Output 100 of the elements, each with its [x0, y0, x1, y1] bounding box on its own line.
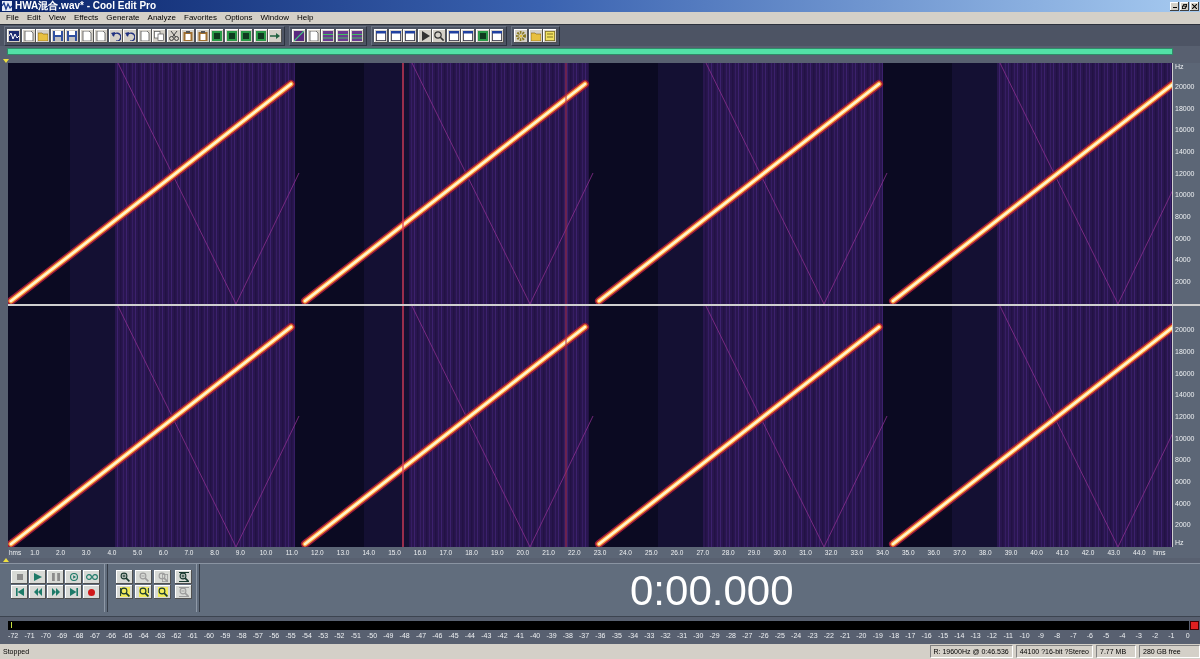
minimize-button[interactable]: [1170, 1, 1179, 11]
toolbar-button[interactable]: [195, 28, 210, 43]
window-icon: [448, 30, 459, 41]
menu-item[interactable]: Generate: [106, 12, 140, 24]
loop-button[interactable]: [83, 570, 100, 584]
toolbar-button[interactable]: [432, 28, 446, 43]
toolbar-button[interactable]: [210, 28, 224, 43]
image-icon: [477, 30, 488, 41]
toolbar-button[interactable]: [292, 28, 306, 43]
skip-back-icon: [15, 588, 24, 596]
toolbar-button[interactable]: [388, 28, 403, 43]
toolbar-button[interactable]: [21, 28, 36, 43]
toolbar-button[interactable]: [50, 28, 65, 43]
document-icon: [23, 30, 34, 41]
menu-item[interactable]: Edit: [26, 12, 41, 24]
toolbar-button[interactable]: [403, 28, 417, 43]
minimize-icon: [1172, 7, 1177, 8]
go-to-end-button[interactable]: [65, 585, 82, 599]
toolbar-button[interactable]: [321, 28, 335, 43]
toolbar-button[interactable]: [253, 28, 268, 43]
record-button[interactable]: [83, 585, 100, 599]
toolbar-button[interactable]: [306, 28, 321, 43]
menu-item[interactable]: File: [6, 12, 19, 24]
document-icon: [308, 30, 319, 41]
menu-item[interactable]: Effects: [73, 12, 99, 24]
arrow-icon: [270, 30, 280, 41]
toolbar-button[interactable]: [374, 28, 388, 43]
toolbar-button[interactable]: [475, 28, 490, 43]
magnifier-icon: [119, 587, 130, 597]
toolbar-button[interactable]: [94, 28, 108, 43]
toolbar-button[interactable]: [268, 28, 282, 43]
toolbar-button[interactable]: [514, 28, 528, 43]
menu-item[interactable]: Options: [224, 12, 253, 24]
triangle-icon[interactable]: [3, 59, 9, 63]
stop-icon: [16, 574, 23, 580]
vertical-zoom-in-button[interactable]: [175, 570, 192, 584]
undo-icon: [125, 30, 135, 41]
document-icon: [96, 30, 106, 41]
toolbar-button[interactable]: [152, 28, 166, 43]
pause-icon: [51, 573, 60, 581]
time-display: 0:00.000: [630, 570, 794, 612]
play-button[interactable]: [29, 570, 46, 584]
play-icon: [33, 573, 42, 581]
toolbar-button[interactable]: [528, 28, 543, 43]
document-icon: [81, 30, 92, 41]
close-button[interactable]: [1190, 1, 1199, 11]
toolbar-button[interactable]: [543, 28, 557, 43]
circled-play-icon: [69, 573, 78, 581]
zoom-out-icon: [138, 572, 149, 582]
waveform-icon: [2, 1, 12, 11]
zoom-in-button[interactable]: [116, 570, 133, 584]
toolbar-button[interactable]: [7, 28, 21, 43]
toolbar-button[interactable]: [461, 28, 475, 43]
toolbar-button[interactable]: [137, 28, 152, 43]
diagonal-line-icon: [294, 30, 304, 41]
window-icon: [405, 30, 415, 41]
fast-forward-button[interactable]: [47, 585, 64, 599]
peak-marker: [11, 622, 12, 628]
toolbar-button[interactable]: [224, 28, 239, 43]
play-loop-button[interactable]: [65, 570, 82, 584]
toolbar-button[interactable]: [335, 28, 350, 43]
clip-indicator[interactable]: [1190, 621, 1199, 630]
note-icon: [545, 30, 555, 41]
toolbar-button[interactable]: [446, 28, 461, 43]
magnifier-icon: [434, 30, 444, 41]
zoom-right-button[interactable]: [135, 585, 152, 599]
window-icon: [492, 30, 502, 41]
restore-button[interactable]: [1180, 1, 1189, 11]
play-icon: [419, 30, 430, 41]
zoom-left-button[interactable]: [116, 585, 133, 599]
menu-item[interactable]: Favorites: [184, 12, 217, 24]
menu-item[interactable]: Analyze: [147, 12, 177, 24]
toolbar-button[interactable]: [108, 28, 123, 43]
triangle-icon[interactable]: [3, 558, 9, 562]
toolbar-button[interactable]: [239, 28, 253, 43]
undo-icon: [110, 30, 121, 41]
scissors-icon: [168, 30, 179, 41]
toolbar-button[interactable]: [417, 28, 432, 43]
menu-item[interactable]: Window: [260, 12, 289, 24]
zoom-out-icon: [178, 587, 189, 597]
menu-item[interactable]: View: [48, 12, 66, 24]
clipboard-icon: [197, 30, 208, 41]
rewind-icon: [33, 588, 42, 596]
toolbar-button[interactable]: [65, 28, 79, 43]
rewind-button[interactable]: [29, 585, 46, 599]
menu-item[interactable]: Help: [296, 12, 314, 24]
toolbar-button[interactable]: [350, 28, 364, 43]
window-icon: [463, 30, 473, 41]
clipboard-icon: [183, 30, 193, 41]
toolbar-button[interactable]: [79, 28, 94, 43]
toolbar-button[interactable]: [166, 28, 181, 43]
waveform-icon: [9, 30, 19, 41]
toolbar-button[interactable]: [123, 28, 137, 43]
zoom-selection-button[interactable]: [154, 585, 171, 599]
toolbar-button[interactable]: [36, 28, 50, 43]
magnifier-icon: [138, 587, 149, 597]
toolbar-button[interactable]: [181, 28, 195, 43]
toolbar-button[interactable]: [490, 28, 504, 43]
grid-icon: [352, 30, 362, 41]
go-to-start-button[interactable]: [11, 585, 28, 599]
